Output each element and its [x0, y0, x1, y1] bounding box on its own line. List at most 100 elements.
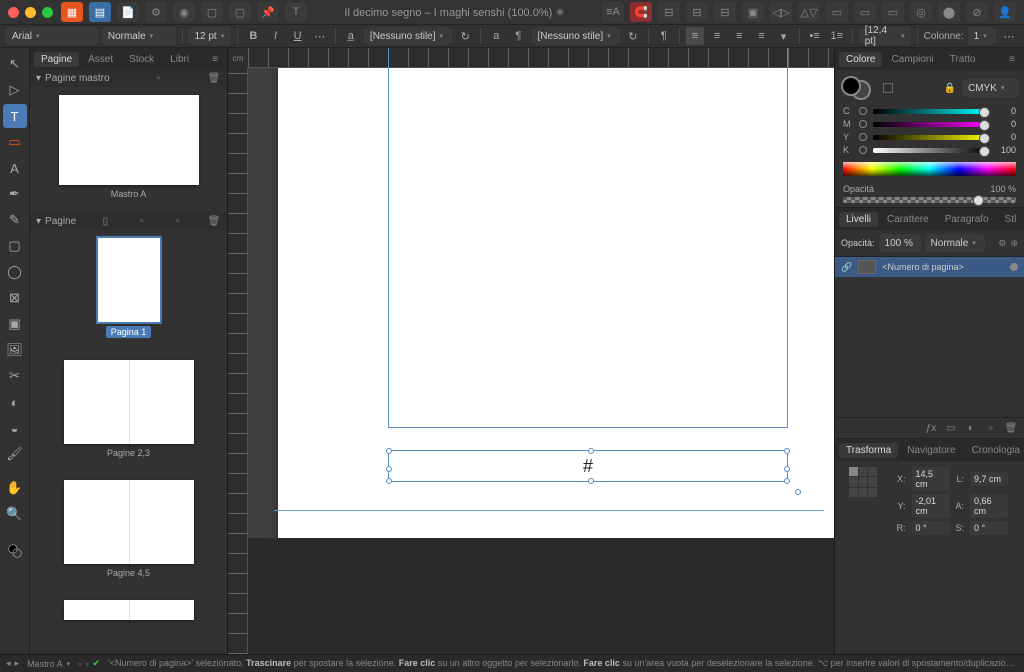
- anchor-grid[interactable]: [849, 467, 877, 497]
- toolbar-arrange2-icon[interactable]: ▭: [854, 2, 876, 22]
- layer-item-pagenumber[interactable]: 🔗 <Numero di pagina>: [835, 257, 1024, 277]
- page-number-frame[interactable]: #: [388, 450, 788, 482]
- toolbar-text-icon[interactable]: T: [285, 2, 307, 22]
- para-style-update[interactable]: ↻: [624, 27, 642, 45]
- shapes-tool[interactable]: ⊠: [3, 286, 27, 310]
- page-spread[interactable]: #: [278, 68, 834, 548]
- color-panel-menu[interactable]: ≡: [1004, 51, 1020, 67]
- blend-mode-dropdown[interactable]: Normale▾: [925, 234, 985, 252]
- tab-history[interactable]: Cronologia: [965, 443, 1024, 458]
- toolbar-snap-icon[interactable]: 🧲: [630, 2, 652, 22]
- layer-adjust-icon[interactable]: ◐: [964, 421, 978, 435]
- toolbar-align3-icon[interactable]: ⊟: [714, 2, 736, 22]
- page-thumb-next[interactable]: [64, 600, 194, 620]
- char-style-update[interactable]: ↻: [456, 27, 474, 45]
- zoom-window[interactable]: [42, 7, 53, 18]
- transform-s[interactable]: 0 °: [970, 521, 1008, 535]
- close-window[interactable]: [8, 7, 19, 18]
- status-ic2[interactable]: ▫: [85, 659, 88, 669]
- transform-h[interactable]: 0,66 cm: [970, 494, 1008, 518]
- opacity-value[interactable]: 100 %: [990, 184, 1016, 194]
- add-master-icon[interactable]: ▫: [151, 73, 165, 84]
- picture-frame-tool[interactable]: ▣: [3, 312, 27, 336]
- place-image-tool[interactable]: 🖼: [3, 338, 27, 362]
- tab-asset[interactable]: Asset: [81, 52, 120, 67]
- vector-crop-tool[interactable]: ✂: [3, 364, 27, 388]
- align-justify-button[interactable]: ≡: [752, 27, 770, 45]
- layer-trash-icon[interactable]: 🗑: [1004, 421, 1018, 435]
- underline-button[interactable]: U: [289, 27, 307, 45]
- artistic-text-tool[interactable]: ▭: [3, 130, 27, 154]
- status-master[interactable]: Mastro A▾: [27, 659, 70, 669]
- tab-stroke[interactable]: Tratto: [943, 52, 983, 67]
- toolbar-group-icon[interactable]: ▣: [742, 2, 764, 22]
- font-family-dropdown[interactable]: Arial▾: [6, 27, 98, 45]
- tab-pages[interactable]: Pagine: [34, 52, 79, 67]
- ruler-vertical[interactable]: [228, 68, 248, 654]
- table-tool[interactable]: A: [3, 156, 27, 180]
- magenta-slider[interactable]: [873, 122, 988, 127]
- picker-tool[interactable]: ✎: [3, 208, 27, 232]
- hue-picker[interactable]: [843, 162, 1016, 176]
- black-slider[interactable]: [873, 148, 988, 153]
- ellipse-tool[interactable]: ◯: [3, 260, 27, 284]
- align-more-button[interactable]: ▾: [774, 27, 792, 45]
- toolbar-record-icon[interactable]: ⬤: [938, 2, 960, 22]
- fill-tool[interactable]: ◐: [3, 390, 27, 414]
- color-wells[interactable]: [3, 536, 27, 566]
- toolbar-doc2-icon[interactable]: ▢: [229, 2, 251, 22]
- add-page-icon[interactable]: ▫: [135, 216, 149, 227]
- toolbar-flip-v-icon[interactable]: △▽: [798, 2, 820, 22]
- status-preflight-icon[interactable]: ✔: [93, 658, 101, 669]
- tab-character[interactable]: Carattere: [880, 212, 936, 227]
- more-typography-button[interactable]: ⋯: [311, 27, 329, 45]
- status-ic1[interactable]: ▫: [78, 659, 81, 669]
- toolbar-prefs-icon[interactable]: ⚙: [145, 2, 167, 22]
- toolbar-arrange1-icon[interactable]: ▭: [826, 2, 848, 22]
- italic-button[interactable]: I: [266, 27, 284, 45]
- toolbar-baseline-icon[interactable]: ≡A: [602, 2, 624, 22]
- toolbar-account-icon[interactable]: 👤: [994, 2, 1016, 22]
- transform-x[interactable]: 14,5 cm: [912, 467, 950, 491]
- color-wells-large[interactable]: [841, 76, 877, 100]
- list-bullet-button[interactable]: •≡: [806, 27, 824, 45]
- yellow-slider[interactable]: [873, 135, 988, 140]
- layer-mask-icon[interactable]: ▭: [944, 421, 958, 435]
- toolbar-doc1-icon[interactable]: ▢: [201, 2, 223, 22]
- align-left-button[interactable]: ≡: [686, 27, 704, 45]
- persona-publisher[interactable]: ▤: [89, 2, 111, 22]
- toolbar-view-icon[interactable]: ◉: [173, 2, 195, 22]
- zoom-tool[interactable]: 🔍: [3, 502, 27, 526]
- toolbar-measure-icon[interactable]: ◎: [910, 2, 932, 22]
- tab-layers[interactable]: Livelli: [839, 212, 878, 227]
- tab-stock[interactable]: Stock: [122, 52, 161, 67]
- transform-y[interactable]: -2,01 cm: [912, 494, 950, 518]
- list-number-button[interactable]: 1≡: [828, 27, 846, 45]
- bold-button[interactable]: B: [244, 27, 262, 45]
- swap-colors-icon[interactable]: [883, 83, 893, 93]
- opacity-slider[interactable]: [843, 197, 1016, 203]
- page-thumb-1[interactable]: [98, 238, 160, 322]
- align-right-button[interactable]: ≡: [730, 27, 748, 45]
- layer-visibility-dot[interactable]: [1010, 263, 1018, 271]
- layer-gear-icon[interactable]: ⚙: [998, 238, 1006, 249]
- panel-menu-icon[interactable]: ≡: [207, 51, 223, 67]
- toolbar-status-icon[interactable]: ⊘: [966, 2, 988, 22]
- toolbar-flip-h-icon[interactable]: ◁▷: [770, 2, 792, 22]
- pan-tool[interactable]: ✋: [3, 476, 27, 500]
- columns-field[interactable]: 1▾: [968, 27, 996, 45]
- canvas[interactable]: cm #: [228, 48, 834, 654]
- pen-tool[interactable]: ✒: [3, 182, 27, 206]
- node-tool[interactable]: ▷: [3, 78, 27, 102]
- leading-field[interactable]: [12,4 pt]▾: [859, 27, 911, 45]
- layer-add-icon[interactable]: ⊕: [1010, 238, 1018, 249]
- tab-books[interactable]: Libri: [163, 52, 196, 67]
- cyan-slider[interactable]: [873, 109, 988, 114]
- toolbar-file-icon[interactable]: 📄: [117, 2, 139, 22]
- text-frame-margin[interactable]: [388, 48, 788, 428]
- layer-fx-icon[interactable]: ƒx: [924, 421, 938, 435]
- page-opt1-icon[interactable]: ▯: [98, 216, 112, 227]
- color-mode-dropdown[interactable]: CMYK▾: [962, 79, 1018, 97]
- tab-transform[interactable]: Trasforma: [839, 443, 898, 458]
- rectangle-tool[interactable]: ▢: [3, 234, 27, 258]
